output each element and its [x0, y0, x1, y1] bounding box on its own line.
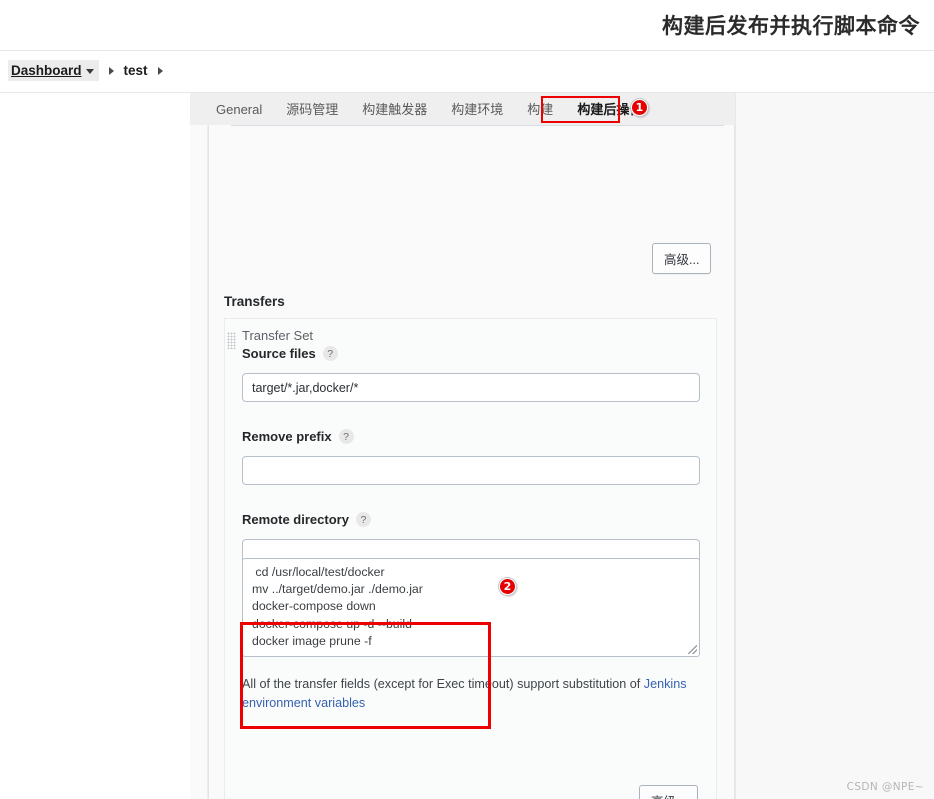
resize-handle-icon[interactable] — [688, 645, 697, 654]
breadcrumb-item-test[interactable]: test — [124, 63, 148, 78]
remote-directory-label: Remote directory ? — [242, 512, 371, 527]
breadcrumb-dashboard-label: Dashboard — [11, 63, 82, 78]
exec-command-value: cd /usr/local/test/docker mv ../target/d… — [252, 565, 423, 648]
jenkins-config-page: 构建后发布并执行脚本命令 Dashboard test General 源码管理… — [0, 0, 934, 799]
page-title: 构建后发布并执行脚本命令 — [662, 15, 920, 38]
page-title-band: 构建后发布并执行脚本命令 — [0, 0, 934, 51]
exec-command-textarea[interactable]: cd /usr/local/test/docker mv ../target/d… — [242, 558, 700, 657]
breadcrumb-separator-icon — [108, 66, 114, 75]
help-icon[interactable]: ? — [355, 512, 371, 527]
post-build-form-panel: 高级... Transfers Transfer Set Source file… — [208, 125, 735, 799]
advanced-button-top[interactable]: 高级... — [652, 243, 712, 274]
watermark: CSDN @NPE~ — [846, 781, 924, 793]
annotation-badge-1: 1 — [631, 99, 648, 116]
remove-prefix-label-text: Remove prefix — [242, 429, 332, 444]
source-files-label-text: Source files — [242, 346, 316, 361]
transfer-set-label: Transfer Set — [242, 328, 314, 343]
tab-build-environment[interactable]: 构建环境 — [439, 99, 515, 120]
help-icon[interactable]: ? — [338, 429, 354, 444]
panel-top-divider — [231, 125, 724, 126]
breadcrumb: Dashboard test — [8, 60, 173, 81]
breadcrumb-item-dashboard[interactable]: Dashboard — [8, 60, 99, 81]
help-icon[interactable]: ? — [322, 346, 338, 361]
right-gutter — [735, 93, 934, 799]
note-text: All of the transfer fields (except for E… — [242, 677, 644, 691]
breadcrumb-bar: Dashboard test — [0, 51, 934, 93]
source-files-label: Source files ? — [242, 346, 338, 361]
drag-handle-icon[interactable] — [227, 332, 236, 349]
source-files-input[interactable]: target/*.jar,docker/* — [242, 373, 700, 402]
panel-left-strip — [190, 125, 208, 799]
transfer-fields-note: All of the transfer fields (except for E… — [242, 675, 687, 713]
tab-build-triggers[interactable]: 构建触发器 — [350, 99, 439, 120]
tab-general[interactable]: General — [204, 99, 274, 120]
remove-prefix-label: Remove prefix ? — [242, 429, 354, 444]
chevron-down-icon[interactable] — [85, 69, 94, 74]
config-tabbar: General 源码管理 构建触发器 构建环境 构建 构建后操作 — [190, 93, 735, 125]
annotation-box-tab — [541, 96, 620, 123]
remove-prefix-input[interactable] — [242, 456, 700, 485]
advanced-button-bottom[interactable]: 高级... — [639, 785, 699, 799]
page-body: General 源码管理 构建触发器 构建环境 构建 构建后操作 高级... T… — [0, 93, 934, 799]
remote-directory-label-text: Remote directory — [242, 512, 349, 527]
transfers-section-title: Transfers — [224, 294, 285, 309]
annotation-badge-2: 2 — [499, 578, 516, 595]
breadcrumb-separator-icon — [157, 66, 163, 75]
tab-source-code-management[interactable]: 源码管理 — [274, 99, 350, 120]
